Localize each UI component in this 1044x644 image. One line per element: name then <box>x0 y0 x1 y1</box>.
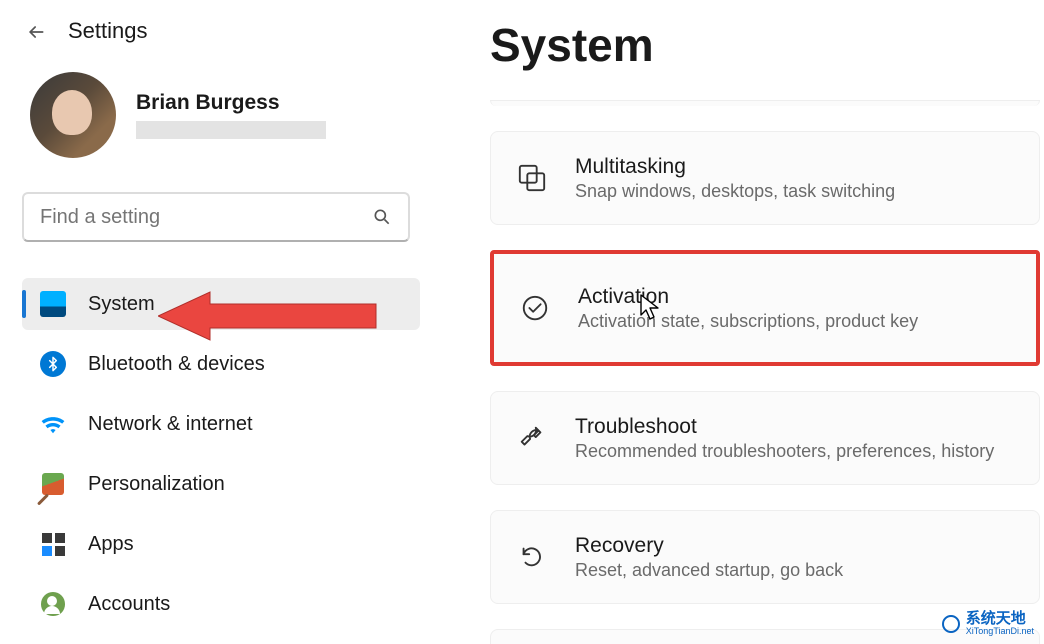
sidebar: Settings Brian Burgess System <box>0 0 438 644</box>
card-activation[interactable]: Activation Activation state, subscriptio… <box>490 250 1040 366</box>
watermark-brand: 系统天地 <box>966 611 1034 626</box>
card-multitasking[interactable]: Multitasking Snap windows, desktops, tas… <box>490 131 1040 225</box>
avatar <box>30 72 116 158</box>
search-icon <box>372 207 392 227</box>
globe-icon <box>942 615 960 633</box>
card-subtitle: Activation state, subscriptions, product… <box>578 311 918 332</box>
user-name: Brian Burgess <box>136 91 326 115</box>
user-block[interactable]: Brian Burgess <box>22 72 428 158</box>
search-input[interactable] <box>40 206 372 229</box>
sidebar-item-personalization[interactable]: Personalization <box>22 458 420 510</box>
app-title: Settings <box>68 18 148 44</box>
nav-list: System Bluetooth & devices Network & int… <box>22 278 420 630</box>
sidebar-item-system[interactable]: System <box>22 278 420 330</box>
sidebar-item-apps[interactable]: Apps <box>22 518 420 570</box>
sidebar-item-label: System <box>88 293 155 316</box>
sidebar-item-label: Apps <box>88 533 134 556</box>
sidebar-item-label: Personalization <box>88 473 225 496</box>
card-title: Troubleshoot <box>575 415 994 439</box>
user-info: Brian Burgess <box>136 91 326 139</box>
apps-icon <box>40 531 66 557</box>
sidebar-item-label: Bluetooth & devices <box>88 353 265 376</box>
card-recovery[interactable]: Recovery Reset, advanced startup, go bac… <box>490 510 1040 604</box>
personalization-icon <box>40 471 66 497</box>
card-sliver <box>490 100 1040 106</box>
card-subtitle: Reset, advanced startup, go back <box>575 560 843 581</box>
card-troubleshoot[interactable]: Troubleshoot Recommended troubleshooters… <box>490 391 1040 485</box>
card-title: Activation <box>578 285 918 309</box>
sidebar-item-accounts[interactable]: Accounts <box>22 578 420 630</box>
card-subtitle: Snap windows, desktops, task switching <box>575 181 895 202</box>
sidebar-header: Settings <box>22 18 428 44</box>
wrench-icon <box>515 421 549 455</box>
search-box[interactable] <box>22 192 410 242</box>
sidebar-item-network[interactable]: Network & internet <box>22 398 420 450</box>
card-subtitle: Recommended troubleshooters, preferences… <box>575 441 994 462</box>
accounts-icon <box>40 591 66 617</box>
sidebar-item-label: Network & internet <box>88 413 253 436</box>
page-title: System <box>490 18 1040 72</box>
card-title: Multitasking <box>575 155 895 179</box>
settings-card-list: Multitasking Snap windows, desktops, tas… <box>490 100 1040 644</box>
card-title: Recovery <box>575 534 843 558</box>
wifi-icon <box>40 411 66 437</box>
multitasking-icon <box>515 161 549 195</box>
back-icon[interactable] <box>26 22 44 40</box>
sidebar-item-bluetooth[interactable]: Bluetooth & devices <box>22 338 420 390</box>
check-circle-icon <box>518 291 552 325</box>
system-icon <box>40 291 66 317</box>
bluetooth-icon <box>40 351 66 377</box>
user-email-redacted <box>136 121 326 139</box>
watermark: 系统天地 XiTongTianDi.net <box>942 611 1034 636</box>
recovery-icon <box>515 540 549 574</box>
watermark-url: XiTongTianDi.net <box>966 626 1034 636</box>
main-panel: System Multitasking Snap windows, deskto… <box>438 0 1044 644</box>
sidebar-item-label: Accounts <box>88 593 170 616</box>
